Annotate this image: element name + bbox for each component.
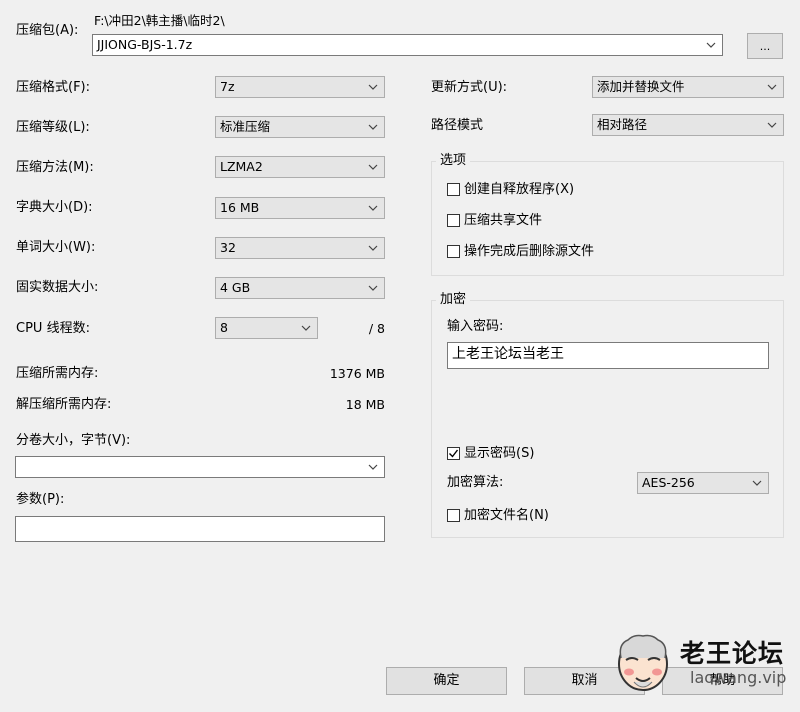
volume-label: 分卷大小，字节(V): (16, 433, 131, 448)
ok-button[interactable]: 确定 (386, 667, 507, 695)
encryption-group-title: 加密 (436, 292, 471, 308)
shared-label[interactable]: 压缩共享文件 (464, 213, 542, 229)
options-group-title: 选项 (436, 153, 471, 169)
sfx-label[interactable]: 创建自释放程序(X) (464, 182, 574, 198)
chevron-down-icon (368, 283, 378, 293)
word-value: 32 (220, 240, 236, 255)
encrypt-method-select[interactable]: AES-256 (637, 472, 769, 494)
chevron-down-icon (706, 40, 716, 50)
pathmode-select[interactable]: 相对路径 (592, 114, 784, 136)
archive-label: 压缩包(A): (16, 23, 79, 38)
method-value: LZMA2 (220, 159, 263, 174)
mascot-face-icon (618, 634, 668, 691)
show-password-checkbox[interactable] (447, 447, 460, 460)
mem-compress-label: 压缩所需内存: (16, 366, 99, 381)
checkmark-icon (449, 449, 459, 458)
chevron-down-icon (368, 462, 378, 472)
format-value: 7z (220, 79, 235, 94)
chevron-down-icon (368, 82, 378, 92)
watermark-title: 老王论坛 (680, 639, 785, 668)
word-label: 单词大小(W): (16, 240, 96, 255)
encrypt-method-label: 加密算法: (447, 475, 504, 490)
update-label: 更新方式(U): (431, 80, 508, 95)
level-label: 压缩等级(L): (16, 120, 90, 135)
dict-label: 字典大小(D): (16, 200, 93, 215)
delete-label[interactable]: 操作完成后删除源文件 (464, 244, 594, 260)
threads-value: 8 (220, 320, 228, 335)
archive-path: F:\冲田2\韩主播\临时2\ (94, 13, 225, 28)
pathmode-label: 路径模式 (431, 118, 484, 133)
params-input[interactable] (15, 516, 385, 542)
sfx-checkbox[interactable] (447, 183, 460, 196)
shared-checkbox[interactable] (447, 214, 460, 227)
encrypt-method-value: AES-256 (642, 475, 695, 490)
encrypt-names-checkbox[interactable] (447, 509, 460, 522)
solid-label: 固实数据大小: (16, 280, 99, 295)
update-value: 添加并替换文件 (597, 79, 685, 94)
password-input[interactable]: 上老王论坛当老王 (447, 342, 769, 369)
watermark-url: laowang.vip (690, 668, 787, 687)
archive-name-combo[interactable]: JJIONG-BJS-1.7z (92, 34, 723, 56)
chevron-down-icon (368, 162, 378, 172)
chevron-down-icon (767, 120, 777, 130)
method-select[interactable]: LZMA2 (215, 156, 385, 178)
pathmode-value: 相对路径 (597, 117, 648, 132)
threads-label: CPU 线程数: (16, 321, 90, 336)
threads-select[interactable]: 8 (215, 317, 318, 339)
update-select[interactable]: 添加并替换文件 (592, 76, 784, 98)
archive-name-value: JJIONG-BJS-1.7z (97, 37, 193, 52)
level-select[interactable]: 标准压缩 (215, 116, 385, 138)
watermark: 老王论坛 laowang.vip (612, 626, 798, 702)
mem-decompress-value: 18 MB (345, 397, 385, 412)
chevron-down-icon (767, 82, 777, 92)
volume-combo[interactable] (15, 456, 385, 478)
level-value: 标准压缩 (220, 119, 271, 134)
delete-checkbox[interactable] (447, 245, 460, 258)
format-label: 压缩格式(F): (16, 80, 91, 95)
dict-select[interactable]: 16 MB (215, 197, 385, 219)
format-select[interactable]: 7z (215, 76, 385, 98)
mem-compress-value: 1376 MB (329, 366, 385, 381)
word-select[interactable]: 32 (215, 237, 385, 259)
threads-max: / 8 (368, 321, 385, 336)
show-password-label[interactable]: 显示密码(S) (464, 446, 534, 462)
method-label: 压缩方法(M): (16, 160, 94, 175)
solid-value: 4 GB (220, 280, 251, 295)
params-label: 参数(P): (16, 492, 65, 507)
encrypt-names-label[interactable]: 加密文件名(N) (464, 508, 549, 524)
encryption-group (431, 300, 784, 538)
chevron-down-icon (368, 243, 378, 253)
chevron-down-icon (368, 122, 378, 132)
mem-decompress-label: 解压缩所需内存: (16, 397, 112, 412)
chevron-down-icon (301, 323, 311, 333)
chevron-down-icon (368, 203, 378, 213)
chevron-down-icon (752, 478, 762, 488)
password-label: 输入密码: (447, 319, 504, 334)
browse-button[interactable]: ... (747, 33, 783, 59)
dict-value: 16 MB (220, 200, 260, 215)
solid-select[interactable]: 4 GB (215, 277, 385, 299)
